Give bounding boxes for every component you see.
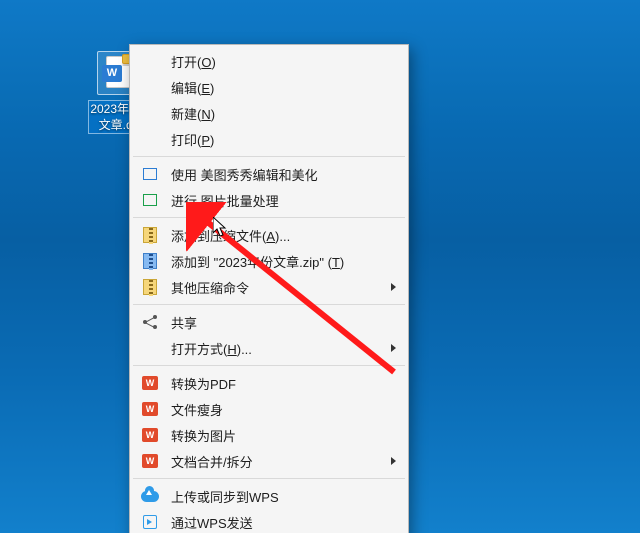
chevron-right-icon	[391, 457, 396, 465]
separator	[133, 217, 405, 218]
menu-edit[interactable]: 编辑(E)	[132, 74, 406, 100]
menu-other-compress[interactable]: 其他压缩命令	[132, 274, 406, 300]
meitu-icon	[140, 165, 160, 183]
menu-meitu-edit[interactable]: 使用 美图秀秀编辑和美化	[132, 161, 406, 187]
wps-icon: W	[140, 400, 160, 418]
menu-batch-image[interactable]: 进行 图片批量处理	[132, 187, 406, 213]
context-menu: 打开(O) 编辑(E) 新建(N) 打印(P) 使用 美图秀秀编辑和美化 进行 …	[129, 44, 409, 533]
separator	[133, 156, 405, 157]
menu-add-to-named-zip[interactable]: 添加到 "2023年份文章.zip" (T)	[132, 248, 406, 274]
separator	[133, 365, 405, 366]
wps-icon: W	[140, 452, 160, 470]
chevron-right-icon	[391, 283, 396, 291]
menu-send-via-wps[interactable]: 通过WPS发送	[132, 509, 406, 533]
wps-icon: W	[140, 374, 160, 392]
menu-open[interactable]: 打开(O)	[132, 48, 406, 74]
menu-new[interactable]: 新建(N)	[132, 100, 406, 126]
menu-upload-wps[interactable]: 上传或同步到WPS	[132, 483, 406, 509]
separator	[133, 304, 405, 305]
batch-image-icon	[140, 191, 160, 209]
separator	[133, 478, 405, 479]
archive-icon	[140, 226, 160, 244]
menu-add-to-archive[interactable]: 添加到压缩文件(A)...	[132, 222, 406, 248]
share-icon	[140, 313, 160, 331]
menu-merge-split[interactable]: W 文档合并/拆分	[132, 448, 406, 474]
menu-to-image[interactable]: W 转换为图片	[132, 422, 406, 448]
menu-print[interactable]: 打印(P)	[132, 126, 406, 152]
menu-to-pdf[interactable]: W 转换为PDF	[132, 370, 406, 396]
chevron-right-icon	[391, 344, 396, 352]
cloud-upload-icon	[140, 487, 160, 505]
menu-open-with[interactable]: 打开方式(H)...	[132, 335, 406, 361]
desktop: W 2023年2月文章.do 打开(O) 编辑(E) 新建(N) 打印(P) 使…	[0, 0, 640, 533]
zip-icon	[140, 252, 160, 270]
compress-icon	[140, 278, 160, 296]
wps-icon: W	[140, 426, 160, 444]
menu-share[interactable]: 共享	[132, 309, 406, 335]
menu-file-slim[interactable]: W 文件瘦身	[132, 396, 406, 422]
send-icon	[140, 513, 160, 531]
